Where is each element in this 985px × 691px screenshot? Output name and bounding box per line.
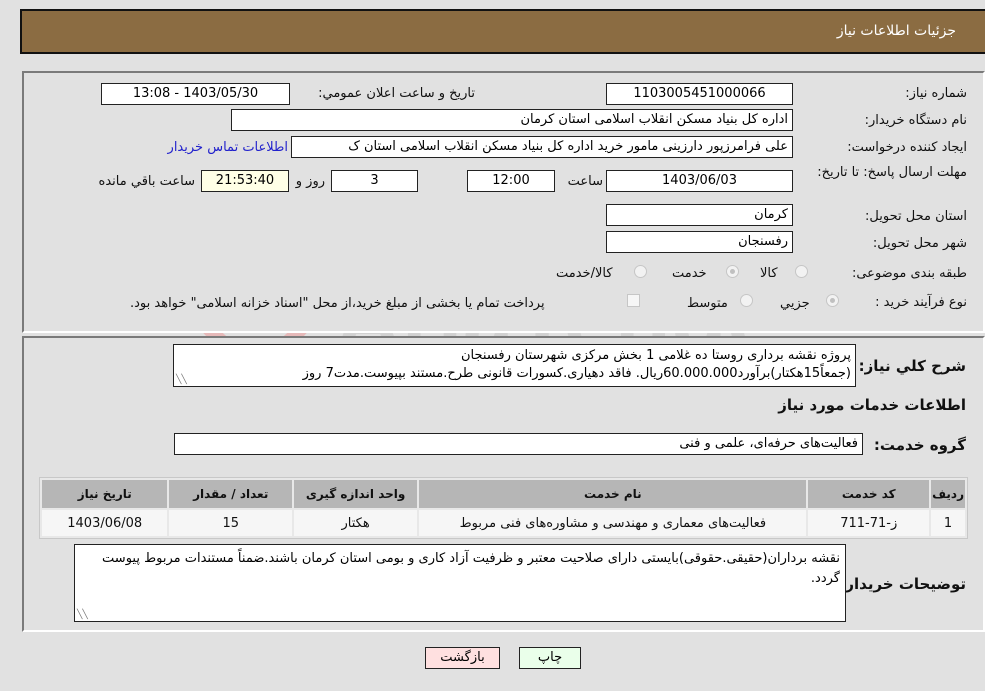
col-header-service-name: نام خدمت [419, 480, 807, 508]
delivery-city-label: شهر محل تحویل: [872, 236, 967, 251]
remaining-label: ساعت باقي مانده [98, 174, 195, 189]
category-radio-goods-service[interactable] [634, 265, 647, 278]
col-header-need-date: تاریخ نیاز [42, 480, 168, 508]
cell-unit: هکتار [293, 510, 418, 536]
cell-row-number: 1 [931, 510, 965, 536]
remaining-days-field: 3 [331, 170, 418, 192]
buyer-notes-label: توضیحات خریدار: [839, 575, 966, 593]
treasury-note: پرداخت تمام یا بخشی از مبلغ خرید،از محل … [130, 296, 545, 311]
need-number-field: 1103005451000066 [606, 83, 793, 105]
purchase-radio-medium[interactable] [740, 294, 753, 307]
description-line-1: پروژه نقشه برداری روستا ده غلامی 1 بخش م… [460, 348, 851, 363]
cell-service-code: ز-71-711 [808, 510, 930, 536]
buyer-contact-link[interactable]: اطلاعات تماس خریدار [168, 140, 288, 155]
purchase-option-minor: جزيي [780, 296, 810, 311]
announce-datetime-label: تاریخ و ساعت اعلان عمومي: [318, 86, 475, 101]
category-option-service: خدمت [672, 266, 707, 281]
service-group-field: فعالیت‌های حرفه‌ای، علمی و فنی [174, 433, 863, 455]
delivery-province-label: استان محل تحویل: [865, 209, 967, 224]
buyer-notes-text: نقشه برداران(حقیقی.حقوقی)بایستی دارای صل… [102, 551, 840, 586]
resize-grip-icon[interactable]: ╲╲ [77, 610, 88, 620]
buyer-org-field: اداره کل بنیاد مسکن انقلاب اسلامی استان … [231, 109, 793, 131]
remaining-time-field: 21:53:40 [201, 170, 289, 192]
need-number-label: شماره نیاز: [905, 86, 967, 101]
page-header: جزئیات اطلاعات نیاز [20, 9, 985, 54]
cell-need-date: 1403/06/08 [42, 510, 168, 536]
purchase-radio-minor[interactable] [826, 294, 839, 307]
treasury-checkbox[interactable] [627, 294, 640, 307]
col-header-quantity: تعداد / مقدار [169, 480, 292, 508]
deadline-time-label: ساعت [567, 174, 603, 189]
requester-label: ایجاد کننده درخواست: [847, 140, 967, 155]
delivery-province-field: کرمان [606, 204, 793, 226]
description-label: شرح كلي نياز: [858, 357, 966, 375]
days-label: روز و [295, 174, 325, 189]
category-radio-service[interactable] [726, 265, 739, 278]
col-header-unit: واحد اندازه گیری [293, 480, 418, 508]
category-option-goods: کالا [760, 266, 778, 281]
category-radio-goods[interactable] [795, 265, 808, 278]
table-header-row: ردیف کد خدمت نام خدمت واحد اندازه گیری ت… [42, 480, 965, 508]
services-section-title: اطلاعات خدمات مورد نیاز [778, 396, 966, 414]
delivery-city-field: رفسنجان [606, 231, 793, 253]
services-table: ردیف کد خدمت نام خدمت واحد اندازه گیری ت… [39, 477, 968, 539]
service-group-label: گروه خدمت: [873, 436, 966, 454]
col-header-row-number: ردیف [931, 480, 965, 508]
purchase-option-medium: متوسط [687, 296, 728, 311]
print-button[interactable]: چاپ [519, 647, 581, 669]
description-textarea[interactable]: پروژه نقشه برداری روستا ده غلامی 1 بخش م… [173, 344, 856, 387]
description-line-2: (جمعاً15هکتار)برآورد60.000.000ریال. فاقد… [302, 366, 851, 381]
col-header-service-code: کد خدمت [808, 480, 930, 508]
cell-quantity: 15 [169, 510, 292, 536]
deadline-date-field: 1403/06/03 [606, 170, 793, 192]
announce-datetime-field: 1403/05/30 - 13:08 [101, 83, 290, 105]
category-label: طبقه بندی موضوعی: [851, 266, 967, 281]
back-button[interactable]: بازگشت [425, 647, 500, 669]
table-row: 1 ز-71-711 فعالیت‌های معماری و مهندسی و … [42, 510, 965, 536]
category-option-goods-service: کالا/خدمت [556, 266, 613, 281]
buyer-notes-textarea[interactable]: نقشه برداران(حقیقی.حقوقی)بایستی دارای صل… [74, 544, 846, 622]
resize-grip-icon[interactable]: ╲╲ [176, 375, 187, 385]
buyer-org-label: نام دستگاه خریدار: [864, 113, 967, 128]
deadline-label: مهلت ارسال پاسخ: تا تاریخ: [817, 165, 967, 180]
cell-service-name: فعالیت‌های معماری و مهندسی و مشاوره‌های … [419, 510, 807, 536]
requester-field: علی فرامرزپور دارزینی مامور خرید اداره ک… [291, 136, 793, 158]
deadline-time-field: 12:00 [467, 170, 555, 192]
purchase-type-label: نوع فرآیند خرید : [875, 295, 967, 310]
page-title: جزئیات اطلاعات نیاز [836, 23, 956, 39]
